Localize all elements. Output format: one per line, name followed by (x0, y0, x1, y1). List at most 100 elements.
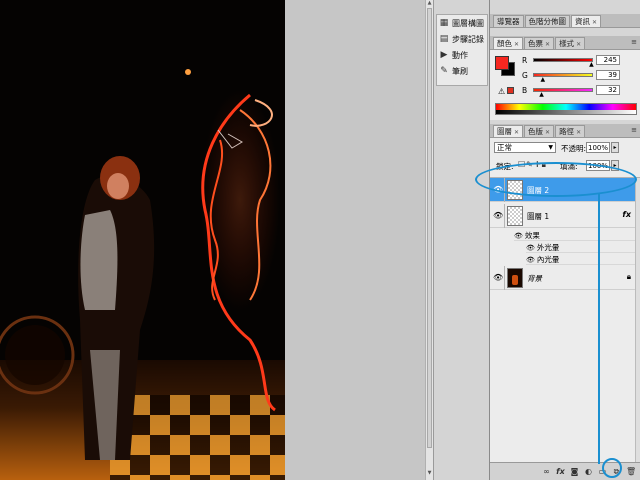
dock-item-layer-comps[interactable]: ▦ 圖層構圖 (437, 15, 487, 31)
dock-item-label: 筆刷 (452, 66, 468, 76)
actions-icon: ▶ (440, 50, 448, 60)
eye-icon[interactable]: 👁︎ (526, 244, 535, 252)
trash-icon[interactable]: 🗑︎ (626, 467, 636, 476)
mask-icon[interactable]: ◙ (570, 467, 579, 476)
fx-icon[interactable]: fx (556, 467, 565, 476)
tab-paths[interactable]: 路徑 ✕ (555, 125, 586, 137)
lock-all-icon[interactable]: 🔒︎ (542, 160, 547, 169)
green-slider-track[interactable]: ▲ (533, 73, 593, 83)
dock-item-history[interactable]: ▤ 步驟記錄 (437, 31, 487, 47)
adjustment-icon[interactable]: ◐ (584, 467, 593, 476)
group-folder-icon[interactable]: ▭ (598, 467, 607, 476)
canvas-scroll-thumb[interactable] (427, 8, 432, 448)
close-icon[interactable]: ✕ (576, 129, 581, 136)
opacity-slider-button[interactable]: ▸ (611, 142, 619, 153)
new-layer-icon[interactable]: ⧉ (612, 467, 621, 477)
layer-thumbnail (507, 180, 523, 200)
slider-thumb-icon[interactable]: ▲ (589, 62, 594, 68)
eye-icon[interactable]: 👁︎ (493, 211, 503, 221)
dock-item-label: 步驟記錄 (452, 34, 484, 44)
layer-thumbnail (507, 268, 523, 288)
divider (504, 204, 505, 228)
lock-icons[interactable]: ☐✎✛🔒︎ (518, 160, 547, 170)
layer-row-background[interactable]: 👁︎ 背景 🔒︎ (490, 266, 635, 290)
layers-panel: 正常 ▼ 不透明: 100% ▸ 鎖定: ☐✎✛🔒︎ 填滿: 100% ▸ 👁︎ (490, 138, 640, 480)
lock-transparent-icon[interactable]: ☐ (518, 160, 526, 169)
tab-channels[interactable]: 色版 ✕ (524, 125, 555, 137)
canvas-vertical-scrollbar[interactable]: ▲ ▼ (425, 0, 433, 480)
close-icon[interactable]: ✕ (514, 41, 519, 48)
scroll-down-icon[interactable]: ▼ (426, 470, 433, 477)
layers-panel-menu-icon[interactable]: ≡ (631, 126, 637, 134)
eye-icon[interactable]: 👁︎ (514, 232, 523, 240)
fill-slider-button[interactable]: ▸ (611, 160, 619, 171)
blue-value-field[interactable]: 32 (596, 85, 620, 95)
tab-layers[interactable]: 圖層 ✕ (493, 125, 524, 137)
divider (504, 178, 505, 202)
channel-label: R (522, 55, 528, 65)
lock-image-icon[interactable]: ✎ (526, 160, 534, 169)
slider-red[interactable]: R ▲ 245 (522, 54, 638, 68)
foreground-color-swatch[interactable] (495, 56, 509, 70)
red-slider-track[interactable]: ▲ (533, 58, 594, 68)
dock-group: ▦ 圖層構圖 ▤ 步驟記錄 ▶ 動作 ✎ 筆刷 (436, 14, 488, 86)
tab-channels-label: 色版 (528, 127, 544, 136)
slider-blue[interactable]: B ▲ 32 (522, 84, 638, 98)
effect-row-inner-glow[interactable]: 👁︎ 內光暈 (526, 254, 635, 265)
close-icon[interactable]: ✕ (514, 129, 519, 136)
opacity-field[interactable]: 100% (586, 142, 610, 153)
tab-styles[interactable]: 樣式 ✕ (555, 37, 586, 49)
layer-name[interactable]: 背景 (527, 273, 542, 284)
lock-position-icon[interactable]: ✛ (534, 160, 542, 169)
photo-light-painting (0, 69, 280, 460)
document-image[interactable] (0, 0, 285, 480)
gamut-warning-icon[interactable]: ⚠ (498, 87, 505, 96)
red-value-field[interactable]: 245 (596, 55, 620, 65)
fx-icon[interactable]: fx (622, 210, 631, 219)
layer-name[interactable]: 圖層 2 (527, 185, 549, 196)
eye-icon[interactable]: 👁︎ (493, 273, 503, 283)
close-icon[interactable]: ✕ (545, 129, 550, 136)
tab-navigator[interactable]: 導覽器 (493, 15, 524, 27)
color-tab-row: 顏色 ✕ 色票 ✕ 樣式 ✕ (490, 36, 640, 50)
layers-scrollbar[interactable] (635, 178, 640, 480)
dock-item-actions[interactable]: ▶ 動作 (437, 47, 487, 63)
tab-swatches-label: 色票 (528, 39, 544, 48)
slider-thumb-icon[interactable]: ▲ (539, 92, 544, 98)
tab-swatches[interactable]: 色票 ✕ (524, 37, 555, 49)
tab-paths-label: 路徑 (559, 127, 575, 136)
slider-thumb-icon[interactable]: ▲ (541, 77, 546, 83)
color-spectrum-bar[interactable] (495, 103, 637, 115)
slider-green[interactable]: G ▲ 39 (522, 69, 638, 83)
gamut-swatch[interactable] (507, 87, 514, 94)
dock-item-brushes[interactable]: ✎ 筆刷 (437, 63, 487, 79)
effects-header-row[interactable]: 👁︎ 效果 (514, 230, 635, 241)
scroll-up-icon[interactable]: ▲ (426, 0, 433, 7)
tab-histogram[interactable]: 色階分佈圖 (524, 15, 570, 27)
histogram-icon: ▦ (439, 18, 449, 28)
close-icon[interactable]: ✕ (545, 41, 550, 48)
layers-options-bar: 正常 ▼ 不透明: 100% ▸ 鎖定: ☐✎✛🔒︎ 填滿: 100% ▸ (490, 138, 640, 178)
lock-label: 鎖定: (496, 162, 514, 171)
document-canvas-area[interactable]: ▲ ▼ (0, 0, 433, 480)
link-icon[interactable]: ∞ (542, 467, 551, 476)
effect-row-outer-glow[interactable]: 👁︎ 外光暈 (526, 242, 635, 253)
close-icon[interactable]: ✕ (576, 41, 581, 48)
tab-color[interactable]: 顏色 ✕ (493, 37, 524, 49)
green-value-field[interactable]: 39 (596, 70, 620, 80)
layer-row-layer-2[interactable]: 👁︎ 圖層 2 (490, 178, 635, 202)
fill-field[interactable]: 100% (586, 160, 610, 171)
blend-mode-select[interactable]: 正常 ▼ (494, 142, 556, 153)
layer-name[interactable]: 圖層 1 (527, 211, 549, 222)
eye-icon[interactable]: 👁︎ (493, 185, 503, 195)
panel-icon-dock: ▦ 圖層構圖 ▤ 步驟記錄 ▶ 動作 ✎ 筆刷 (433, 0, 489, 480)
layer-row-layer-1[interactable]: 👁︎ 圖層 1 fx (490, 204, 635, 228)
eye-icon[interactable]: 👁︎ (526, 256, 535, 264)
close-icon[interactable]: ✕ (592, 19, 597, 26)
panel-menu-icon[interactable]: ≡ (631, 38, 637, 46)
tab-info-label: 資訊 (575, 17, 590, 26)
effect-label: 外光暈 (536, 243, 560, 252)
blue-slider-track[interactable]: ▲ (533, 88, 593, 98)
tab-info[interactable]: 資訊 ✕ (571, 15, 602, 27)
effect-label: 內光暈 (536, 255, 560, 264)
